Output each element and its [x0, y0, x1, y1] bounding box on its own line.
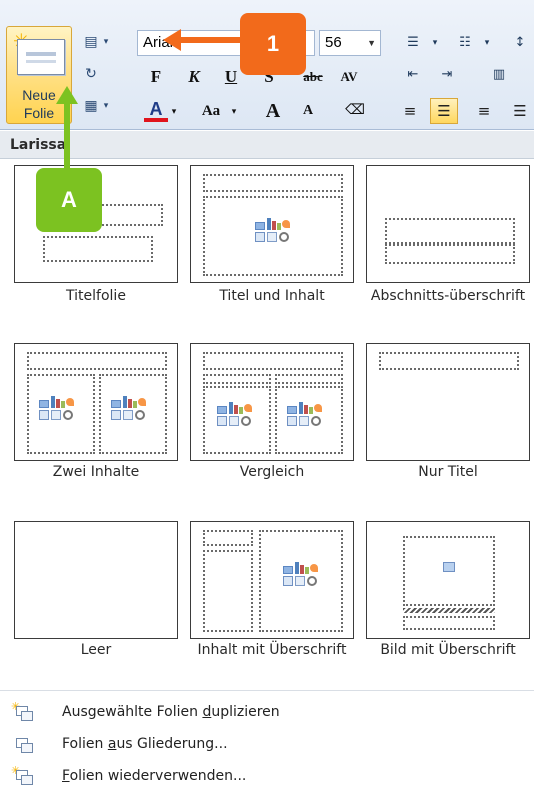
arrow-up-icon	[64, 102, 70, 170]
layout-label: Leer	[80, 642, 112, 658]
decrease-indent-icon[interactable]: ⇤	[398, 64, 428, 86]
shrink-font-button[interactable]: A	[298, 98, 318, 124]
reuse-slides-icon: ✳	[11, 764, 36, 788]
layout-label: Vergleich	[239, 464, 305, 480]
numbering-dropdown-icon[interactable]: ▾	[480, 32, 494, 54]
arrow-head-icon	[163, 29, 181, 51]
grow-font-button[interactable]: A	[262, 98, 284, 124]
slide-icon	[17, 39, 65, 75]
layout-thumbnail	[190, 343, 354, 461]
layout-gallery: Titelfolie Titel und Inhalt Abschnitts-ü…	[0, 159, 534, 689]
duplicate-slides-icon: ✳	[11, 700, 36, 724]
clear-formatting-icon[interactable]: ⌫	[342, 98, 368, 124]
line-spacing-icon[interactable]: ↕	[510, 32, 530, 54]
char-spacing-button[interactable]: AV	[334, 64, 364, 90]
bullets-dropdown-icon[interactable]: ▾	[428, 32, 442, 54]
new-slide-button[interactable]: ✳ Neue Folie	[6, 26, 72, 124]
reuse-slides-label: Folien wiederverwenden...	[62, 768, 247, 784]
layout-label: Zwei Inhalte	[52, 464, 140, 480]
content-placeholder-icon	[217, 402, 253, 428]
align-center-button[interactable]: ☰	[430, 98, 458, 124]
callout-1: 1	[240, 13, 306, 75]
justify-button[interactable]: ☰	[506, 98, 534, 124]
layout-thumbnail	[190, 521, 354, 639]
font-size-field[interactable]: 56 ▼	[319, 30, 381, 56]
layout-label: Inhalt mit Überschrift	[197, 642, 347, 658]
layout-thumbnail	[366, 343, 530, 461]
align-left-button[interactable]: ≡	[396, 98, 424, 124]
columns-icon[interactable]: ▥	[484, 64, 514, 86]
increase-indent-icon[interactable]: ⇥	[432, 64, 462, 86]
slides-from-outline-item[interactable]: Folien aus Gliederung...	[0, 730, 534, 762]
layout-thumbnail	[366, 165, 530, 283]
font-size-value: 56	[325, 34, 342, 51]
layout-label: Abschnitts-überschrift	[370, 288, 526, 304]
content-placeholder-icon	[255, 218, 291, 244]
bold-button[interactable]: F	[145, 64, 167, 90]
picture-placeholder-icon	[443, 562, 455, 572]
font-color-dropdown-icon[interactable]: ▾	[168, 98, 180, 124]
font-color-button[interactable]: A	[144, 98, 168, 122]
layout-label: Bild mit Überschrift	[380, 642, 516, 658]
layout-icon[interactable]: ▤	[80, 32, 102, 52]
layout-thumbnail	[14, 343, 178, 461]
layout-dropdown-icon[interactable]: ▾	[100, 32, 112, 52]
arrow-head-icon	[56, 86, 78, 104]
section-dropdown-icon[interactable]: ▾	[100, 96, 112, 116]
align-right-button[interactable]: ≡	[470, 98, 498, 124]
layout-label: Nur Titel	[418, 464, 478, 480]
arrow-left-icon	[178, 37, 242, 43]
numbering-icon[interactable]: ☷	[450, 32, 480, 54]
content-placeholder-icon	[287, 402, 323, 428]
layout-thumbnail	[366, 521, 530, 639]
new-slide-label-line2: Folie	[23, 105, 55, 121]
outline-slides-icon	[14, 736, 36, 756]
change-case-button[interactable]: Aa	[196, 98, 226, 124]
section-icon[interactable]: ▦	[80, 96, 102, 116]
change-case-dropdown-icon[interactable]: ▾	[228, 98, 240, 124]
underline-button[interactable]: U	[220, 64, 242, 90]
chevron-down-icon[interactable]: ▼	[367, 31, 376, 55]
content-placeholder-icon	[283, 562, 319, 588]
menu-separator	[0, 690, 534, 691]
layout-thumbnail	[190, 165, 354, 283]
reset-icon[interactable]: ↻	[80, 64, 102, 84]
theme-name: Larissa	[10, 137, 67, 153]
italic-button[interactable]: K	[183, 64, 205, 90]
layout-label: Titelfolie	[66, 288, 126, 304]
layout-thumbnail	[14, 521, 178, 639]
callout-a: A	[36, 168, 102, 232]
reuse-slides-item[interactable]: ✳ Folien wiederverwenden...	[0, 762, 534, 792]
layout-gallery-header: Larissa	[0, 131, 534, 159]
duplicate-slides-label: Ausgewählte Folien duplizieren	[62, 704, 280, 720]
layout-label: Titel und Inhalt	[219, 288, 325, 304]
duplicate-slides-item[interactable]: ✳ Ausgewählte Folien duplizieren	[0, 698, 534, 730]
slides-from-outline-label: Folien aus Gliederung...	[62, 736, 228, 752]
bullets-icon[interactable]: ☰	[398, 32, 428, 54]
content-placeholder-icon	[111, 396, 147, 422]
content-placeholder-icon	[39, 396, 75, 422]
